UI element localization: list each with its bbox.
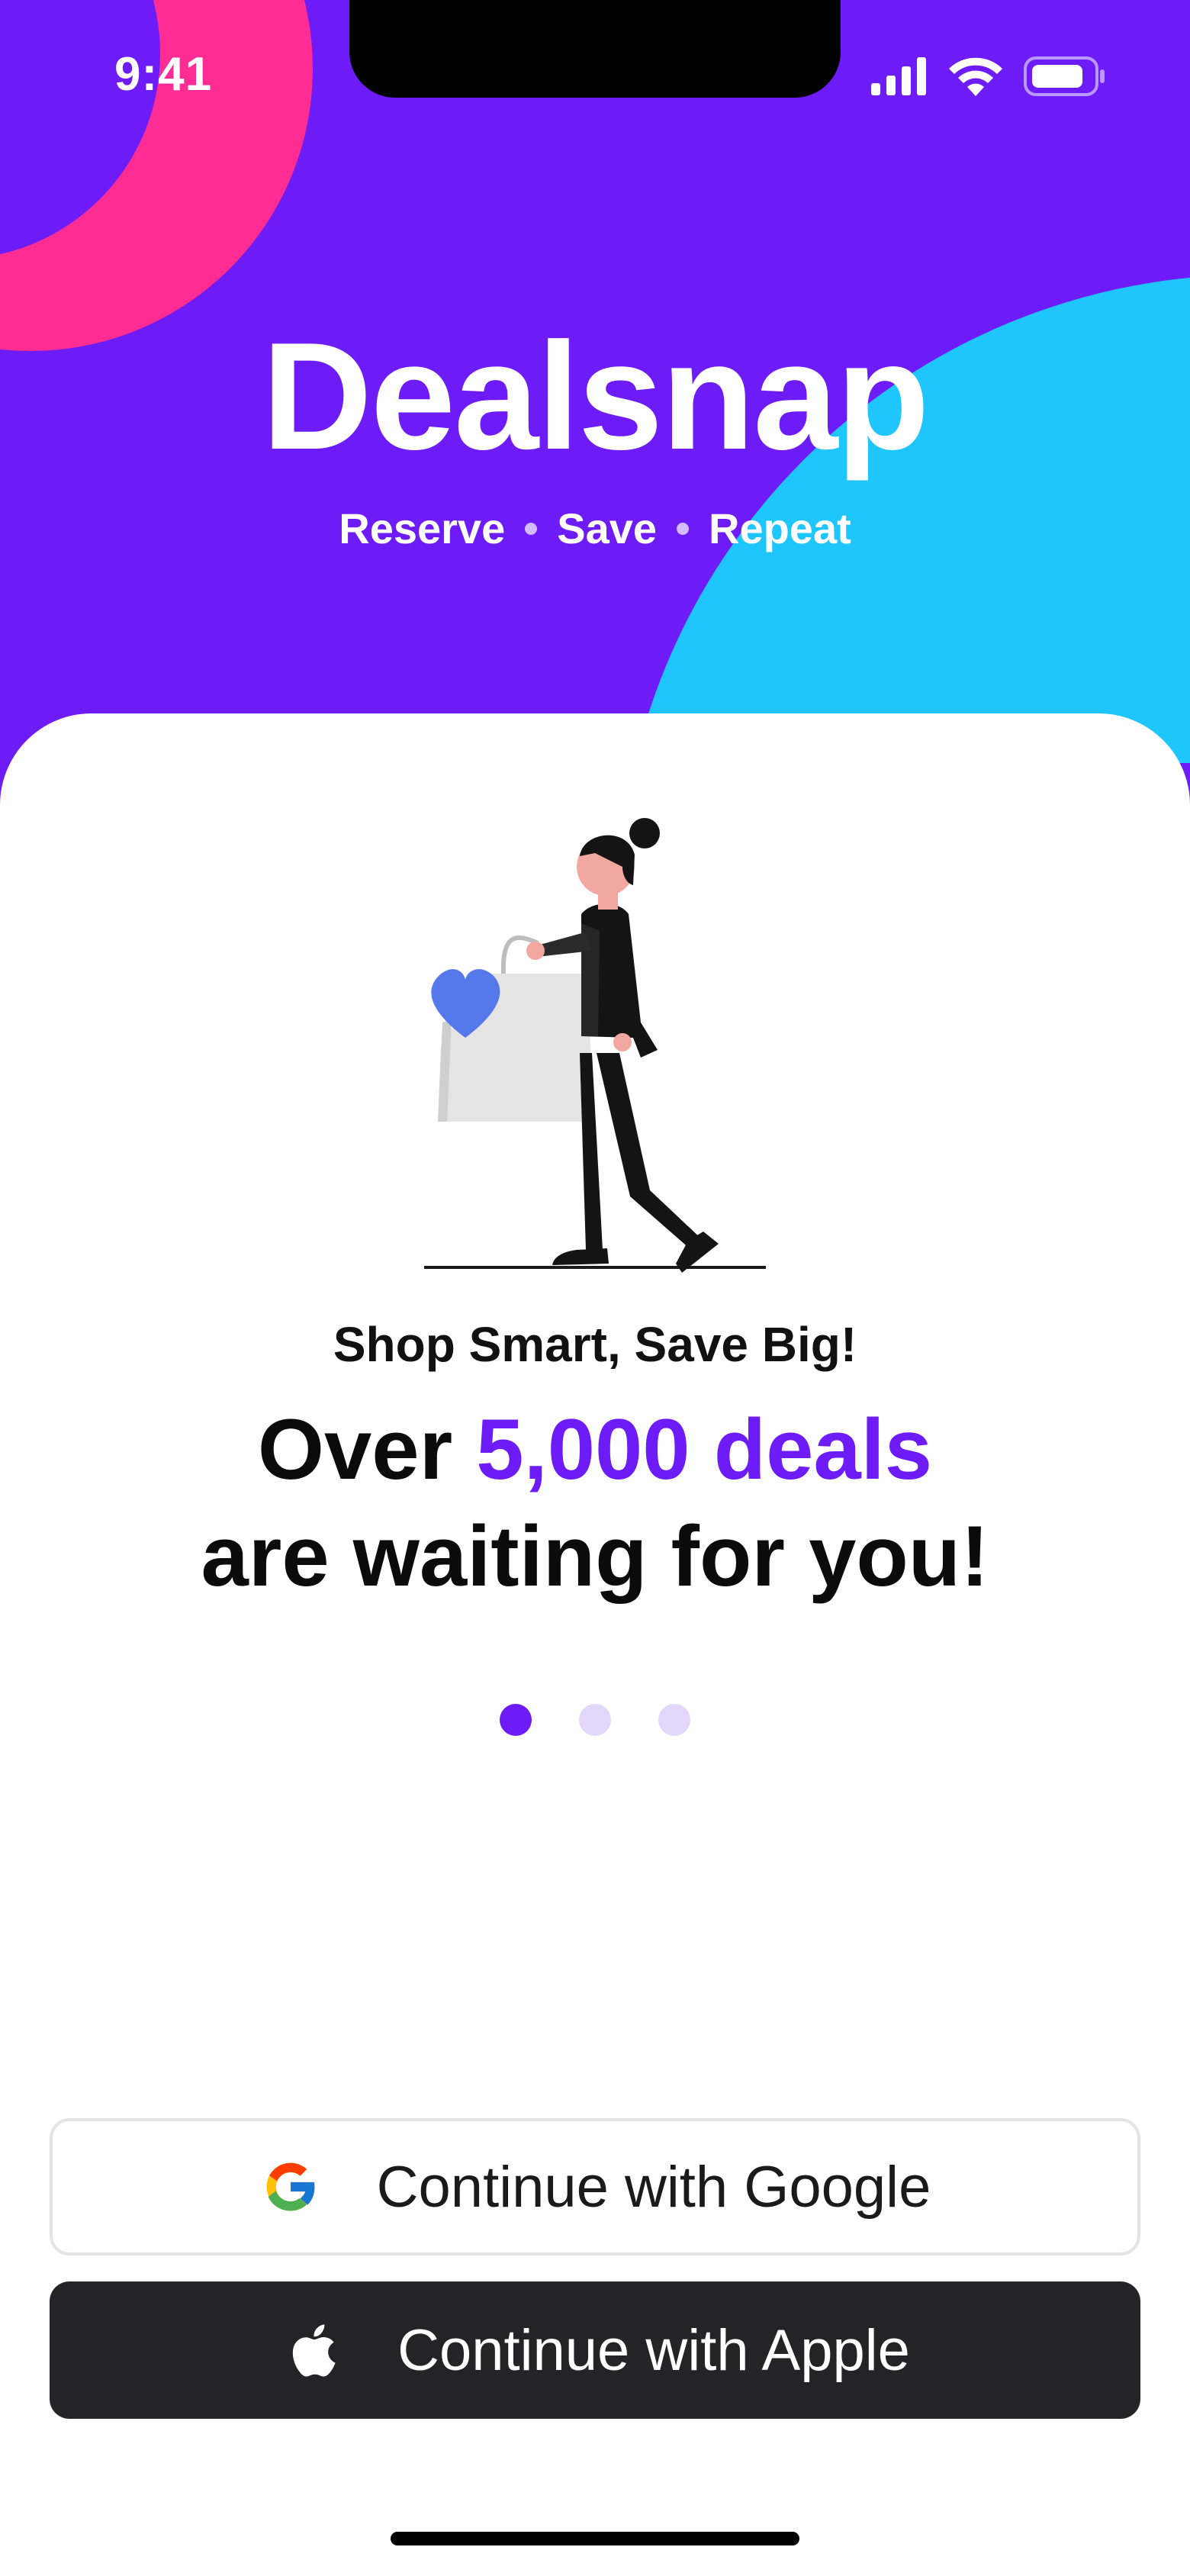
page-dot-2[interactable] bbox=[579, 1704, 611, 1736]
app-title: Dealsnap bbox=[262, 311, 929, 481]
wifi-icon bbox=[949, 56, 1002, 100]
figure-shoe-back bbox=[552, 1248, 609, 1265]
tagline-word-reserve: Reserve bbox=[339, 504, 506, 552]
page-dot-1[interactable] bbox=[500, 1704, 532, 1736]
tagline-word-save: Save bbox=[557, 504, 658, 552]
continue-with-google-button[interactable]: Continue with Google bbox=[50, 2118, 1140, 2256]
headline-highlight: 5,000 deals bbox=[476, 1402, 933, 1497]
cellular-signal-icon bbox=[871, 57, 928, 99]
onboarding-screen: 9:41 Dealsnap Reserve Save Repeat Shop S… bbox=[0, 0, 1190, 2576]
status-icons bbox=[871, 56, 1106, 100]
tagline-separator-dot bbox=[525, 522, 538, 535]
figure-leg-back bbox=[580, 1053, 603, 1250]
tagline-word-repeat: Repeat bbox=[709, 504, 851, 552]
page-indicator bbox=[0, 1704, 1190, 1736]
headline-prefix: Over bbox=[257, 1402, 477, 1497]
battery-icon bbox=[1024, 56, 1106, 100]
status-time: 9:41 bbox=[114, 48, 213, 101]
google-button-label: Continue with Google bbox=[376, 2154, 931, 2220]
figure-leg-front bbox=[597, 1053, 702, 1250]
onboarding-headline: Over 5,000 deals are waiting for you! bbox=[0, 1396, 1190, 1610]
brand-header: Dealsnap Reserve Save Repeat bbox=[0, 320, 1190, 553]
app-tagline: Reserve Save Repeat bbox=[0, 504, 1190, 553]
device-notch bbox=[349, 0, 841, 98]
onboarding-subhead: Shop Smart, Save Big! bbox=[333, 1317, 857, 1372]
google-icon bbox=[259, 2156, 322, 2218]
apple-button-label: Continue with Apple bbox=[397, 2317, 910, 2383]
apple-icon bbox=[280, 2319, 343, 2381]
tagline-separator-dot bbox=[677, 522, 690, 535]
page-dot-3[interactable] bbox=[658, 1704, 690, 1736]
headline-line-2: are waiting for you! bbox=[201, 1509, 989, 1604]
woman-with-shopping-bag-illustration bbox=[424, 818, 766, 1273]
home-indicator[interactable] bbox=[391, 2532, 799, 2545]
continue-with-apple-button[interactable]: Continue with Apple bbox=[50, 2281, 1140, 2419]
headline-line-1: Over 5,000 deals bbox=[0, 1396, 1190, 1503]
